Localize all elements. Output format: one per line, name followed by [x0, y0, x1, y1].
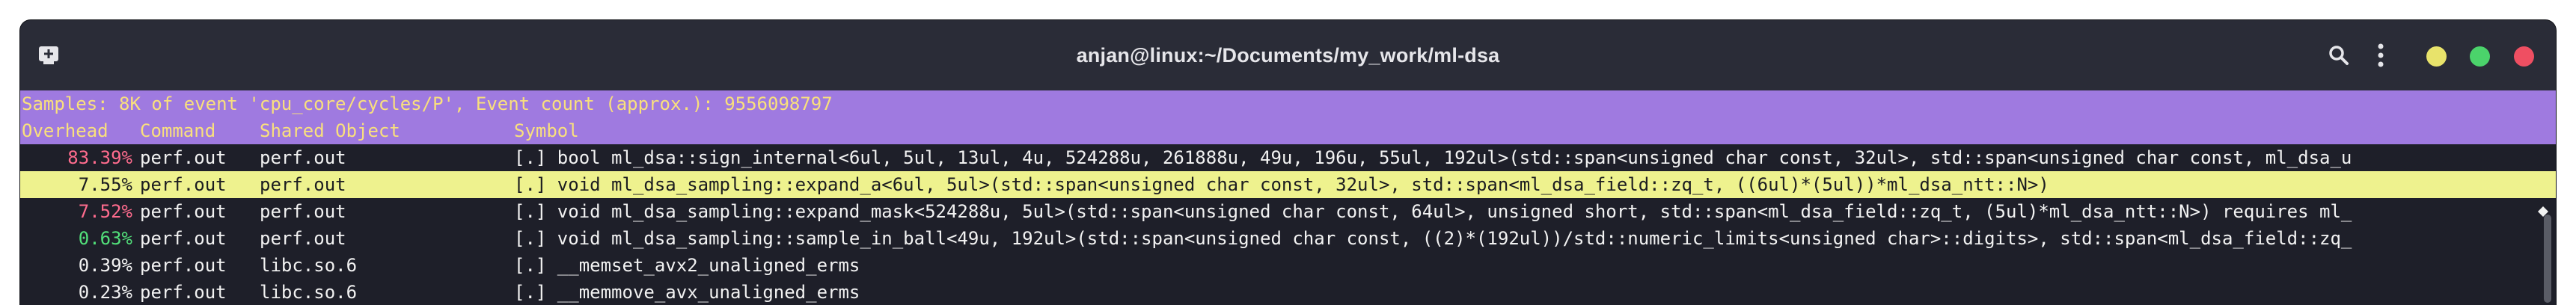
table-row[interactable]: 7.52% perf.out perf.out [.] void ml_dsa_…: [20, 198, 2556, 225]
terminal-content[interactable]: Samples: 8K of event 'cpu_core/cycles/P'…: [20, 90, 2556, 305]
symbol-value: [.] void ml_dsa_sampling::sample_in_ball…: [514, 228, 2352, 249]
overhead-value: 7.52%: [78, 201, 132, 222]
scrollbar[interactable]: [2544, 215, 2551, 303]
overhead-value: 0.39%: [78, 255, 132, 276]
command-value: perf.out: [140, 174, 227, 195]
title-bar: anjan@linux:~/Documents/my_work/ml-dsa: [20, 20, 2556, 90]
maximize-button[interactable]: [2470, 46, 2490, 67]
table-row[interactable]: 0.63% perf.out perf.out [.] void ml_dsa_…: [20, 225, 2556, 252]
menu-button[interactable]: [2363, 37, 2399, 73]
header-shared-object: Shared Object: [260, 120, 400, 141]
search-icon: [2329, 46, 2349, 65]
window-title: anjan@linux:~/Documents/my_work/ml-dsa: [1076, 44, 1500, 67]
perf-summary: Samples: 8K of event 'cpu_core/cycles/P'…: [22, 93, 833, 114]
command-value: perf.out: [140, 228, 227, 249]
overhead-value: 7.55%: [78, 174, 132, 195]
terminal-window: anjan@linux:~/Documents/my_work/ml-dsa S…: [20, 20, 2556, 305]
overhead-value: 0.23%: [78, 282, 132, 303]
symbol-value: [.] bool ml_dsa::sign_internal<6ul, 5ul,…: [514, 147, 2352, 168]
table-row[interactable]: 83.39% perf.out perf.out [.] bool ml_dsa…: [20, 144, 2556, 171]
header-symbol: Symbol: [514, 120, 579, 141]
shared-object-value: perf.out: [260, 147, 346, 168]
header-command: Command: [140, 120, 216, 141]
symbol-value: [.] __memset_avx2_unaligned_erms: [514, 255, 860, 276]
shared-object-value: libc.so.6: [260, 255, 358, 276]
symbol-value: [.] void ml_dsa_sampling::expand_mask<52…: [514, 201, 2352, 222]
kebab-menu-icon: [2378, 43, 2384, 67]
symbol-value: [.] __memmove_avx_unaligned_erms: [514, 282, 860, 303]
shared-object-value: libc.so.6: [260, 282, 358, 303]
symbol-value: [.] void ml_dsa_sampling::expand_a<6ul, …: [514, 174, 2049, 195]
minimize-button[interactable]: [2426, 46, 2447, 67]
shared-object-value: perf.out: [260, 174, 346, 195]
table-row[interactable]: 0.23% perf.out libc.so.6 [.] __memmove_a…: [20, 279, 2556, 305]
table-row-selected[interactable]: 7.55% perf.out perf.out [.] void ml_dsa_…: [20, 171, 2556, 198]
close-button[interactable]: [2514, 46, 2534, 67]
search-button[interactable]: [2321, 37, 2357, 73]
command-value: perf.out: [140, 255, 227, 276]
perf-column-headers: Overhead Command Shared Object Symbol: [20, 117, 2556, 144]
command-value: perf.out: [140, 147, 227, 168]
table-row[interactable]: 0.39% perf.out libc.so.6 [.] __memset_av…: [20, 252, 2556, 279]
shared-object-value: perf.out: [260, 228, 346, 249]
command-value: perf.out: [140, 282, 227, 303]
overhead-value: 0.63%: [78, 228, 132, 249]
command-value: perf.out: [140, 201, 227, 222]
perf-summary-line: Samples: 8K of event 'cpu_core/cycles/P'…: [20, 90, 2556, 117]
overhead-value: 83.39%: [67, 147, 132, 168]
header-overhead: Overhead: [22, 120, 108, 141]
shared-object-value: perf.out: [260, 201, 346, 222]
